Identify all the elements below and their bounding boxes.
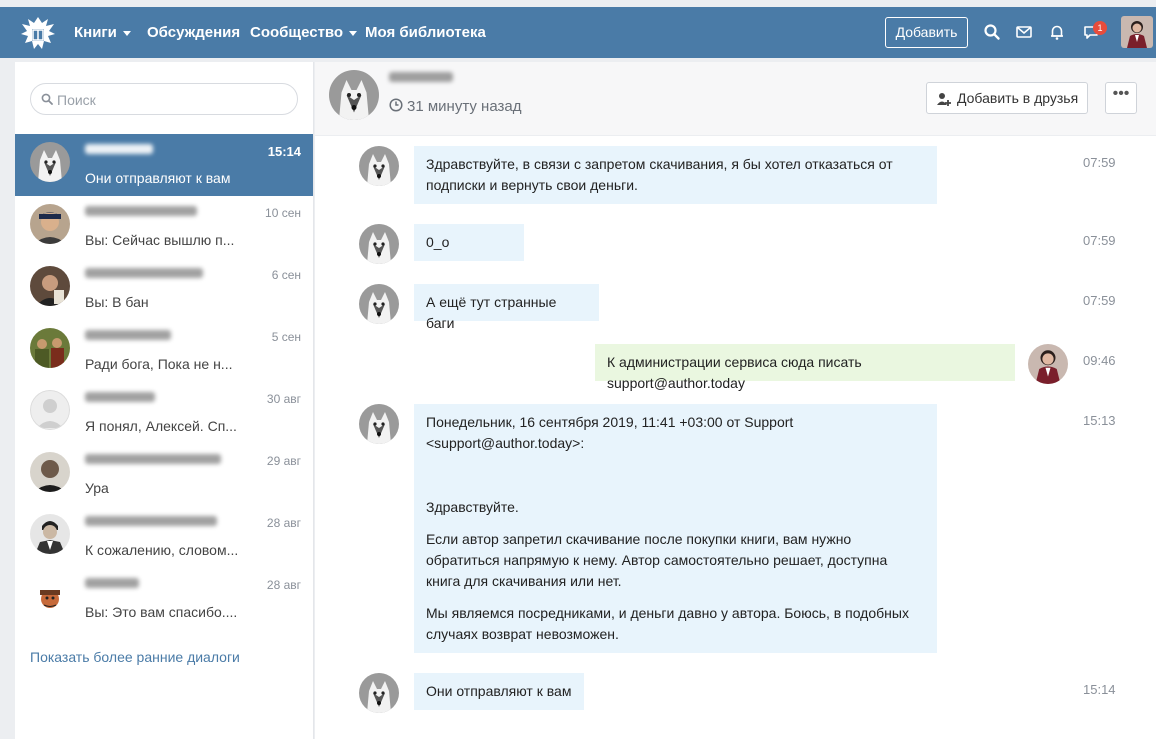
user-avatar[interactable]	[1121, 16, 1153, 48]
dialog-name	[85, 454, 225, 468]
search-icon	[41, 93, 53, 105]
top-navbar: Книги Обсуждения Сообщество Моя библиоте…	[0, 7, 1156, 58]
avatar	[30, 266, 70, 306]
dialog-date: 30 авг	[266, 392, 301, 406]
avatar	[30, 514, 70, 554]
nav-community-label: Сообщество	[250, 24, 344, 41]
dialog-preview: Я понял, Алексей. Сп...	[85, 418, 237, 434]
search-input[interactable]	[57, 90, 287, 110]
dialog-date: 10 сен	[265, 206, 301, 220]
dialogs-sidebar: 15:14 Они отправляют к вам 10 сен Вы: Се…	[15, 62, 314, 739]
chevron-down-icon	[122, 30, 131, 36]
dialog-name	[85, 268, 225, 282]
dialog-item[interactable]: 28 авг К сожалению, словом...	[15, 506, 313, 568]
dialog-preview: Вы: Сейчас вышлю п...	[85, 232, 235, 248]
message-paragraph: Мы являемся посредниками, и деньги давно…	[426, 605, 909, 642]
message-quote-header: Понедельник, 16 сентября 2019, 11:41 +03…	[426, 414, 794, 451]
avatar[interactable]	[359, 146, 399, 186]
chevron-down-icon	[349, 30, 358, 36]
avatar[interactable]	[359, 673, 399, 713]
dialog-preview: Вы: В бан	[85, 294, 149, 310]
message-bubble: 0_о	[414, 224, 524, 261]
nav-my-library[interactable]: Моя библиотека	[365, 24, 486, 41]
dialog-item[interactable]: 6 сен Вы: В бан	[15, 258, 313, 320]
nav-community[interactable]: Сообщество	[250, 24, 358, 41]
dialog-name	[85, 578, 225, 592]
dialog-name	[85, 206, 225, 220]
avatar[interactable]	[359, 284, 399, 324]
last-seen-text: 31 минуту назад	[407, 98, 522, 115]
dialog-preview: Ради бога, Пока не н...	[85, 356, 233, 372]
message-bubble: Они отправляют к вам	[414, 673, 584, 710]
avatar	[30, 142, 70, 182]
dialog-item[interactable]: 5 сен Ради бога, Пока не н...	[15, 320, 313, 382]
dialog-item[interactable]: 28 авг Вы: Это вам спасибо....	[15, 568, 313, 630]
avatar	[30, 390, 70, 430]
dialog-name	[85, 330, 225, 344]
last-seen: 31 минуту назад	[389, 98, 521, 115]
add-button[interactable]: Добавить	[885, 17, 968, 48]
dialog-item[interactable]: 15:14 Они отправляют к вам	[15, 134, 313, 196]
dialog-name	[85, 144, 225, 158]
avatar	[30, 576, 70, 616]
add-friend-button[interactable]: Добавить в друзья	[926, 82, 1088, 114]
show-earlier-dialogs-link[interactable]: Показать более ранние диалоги	[30, 649, 240, 665]
message-time: 07:59	[1083, 155, 1116, 170]
dialog-date: 15:14	[267, 144, 301, 159]
dialog-date: 29 авг	[266, 454, 301, 468]
dialog-item[interactable]: 29 авг Ура	[15, 444, 313, 506]
search-icon[interactable]	[983, 23, 1001, 41]
dialog-preview: Вы: Это вам спасибо....	[85, 604, 238, 620]
message-time: 15:14	[1083, 682, 1116, 697]
site-logo-icon[interactable]	[18, 14, 58, 52]
dialog-date: 28 авг	[266, 516, 301, 530]
more-options-button[interactable]: •••	[1105, 82, 1137, 114]
message-time: 15:13	[1083, 413, 1116, 428]
dialog-preview: Они отправляют к вам	[85, 170, 231, 186]
avatar	[30, 452, 70, 492]
dialog-item[interactable]: 10 сен Вы: Сейчас вышлю п...	[15, 196, 313, 258]
add-user-icon	[937, 93, 951, 106]
message-bubble: Здравствуйте, в связи с запретом скачива…	[414, 146, 937, 204]
clock-icon	[389, 98, 403, 112]
message-bubble: А ещё тут странные баги	[414, 284, 599, 331]
add-friend-label: Добавить в друзья	[957, 90, 1079, 106]
dialog-preview: К сожалению, словом...	[85, 542, 239, 558]
avatar[interactable]	[359, 224, 399, 264]
nav-books[interactable]: Книги	[74, 24, 131, 41]
chat-panel: 31 минуту назад Добавить в друзья ••• Зд…	[315, 62, 1156, 739]
mail-icon[interactable]	[1015, 23, 1033, 41]
dialog-date: 5 сен	[271, 330, 301, 344]
message-paragraph: Если автор запретил скачивание после пок…	[426, 531, 888, 589]
message-bubble-outgoing: К администрации сервиса сюда писать supp…	[595, 344, 1015, 391]
message-bubble: Понедельник, 16 сентября 2019, 11:41 +03…	[414, 404, 937, 653]
bell-icon[interactable]	[1048, 23, 1066, 41]
dialog-name	[85, 392, 225, 406]
avatar	[30, 328, 70, 368]
notification-badge: 1	[1093, 21, 1107, 35]
message-time: 07:59	[1083, 293, 1116, 308]
avatar	[30, 204, 70, 244]
nav-books-label: Книги	[74, 24, 117, 41]
dialog-date: 28 авг	[266, 578, 301, 592]
dialog-date: 6 сен	[271, 268, 301, 282]
dialog-preview: Ура	[85, 480, 109, 496]
nav-discussions[interactable]: Обсуждения	[147, 24, 240, 41]
contact-name[interactable]	[389, 72, 453, 86]
message-time: 09:46	[1083, 353, 1116, 368]
avatar[interactable]	[359, 404, 399, 444]
dialog-name	[85, 516, 225, 530]
avatar[interactable]	[1028, 344, 1068, 384]
message-time: 07:59	[1083, 233, 1116, 248]
avatar[interactable]	[329, 70, 379, 120]
chat-header: 31 минуту назад Добавить в друзья •••	[315, 62, 1156, 136]
search-box[interactable]	[30, 83, 298, 115]
message-greeting: Здравствуйте.	[426, 499, 519, 515]
dialog-item[interactable]: 30 авг Я понял, Алексей. Сп...	[15, 382, 313, 444]
